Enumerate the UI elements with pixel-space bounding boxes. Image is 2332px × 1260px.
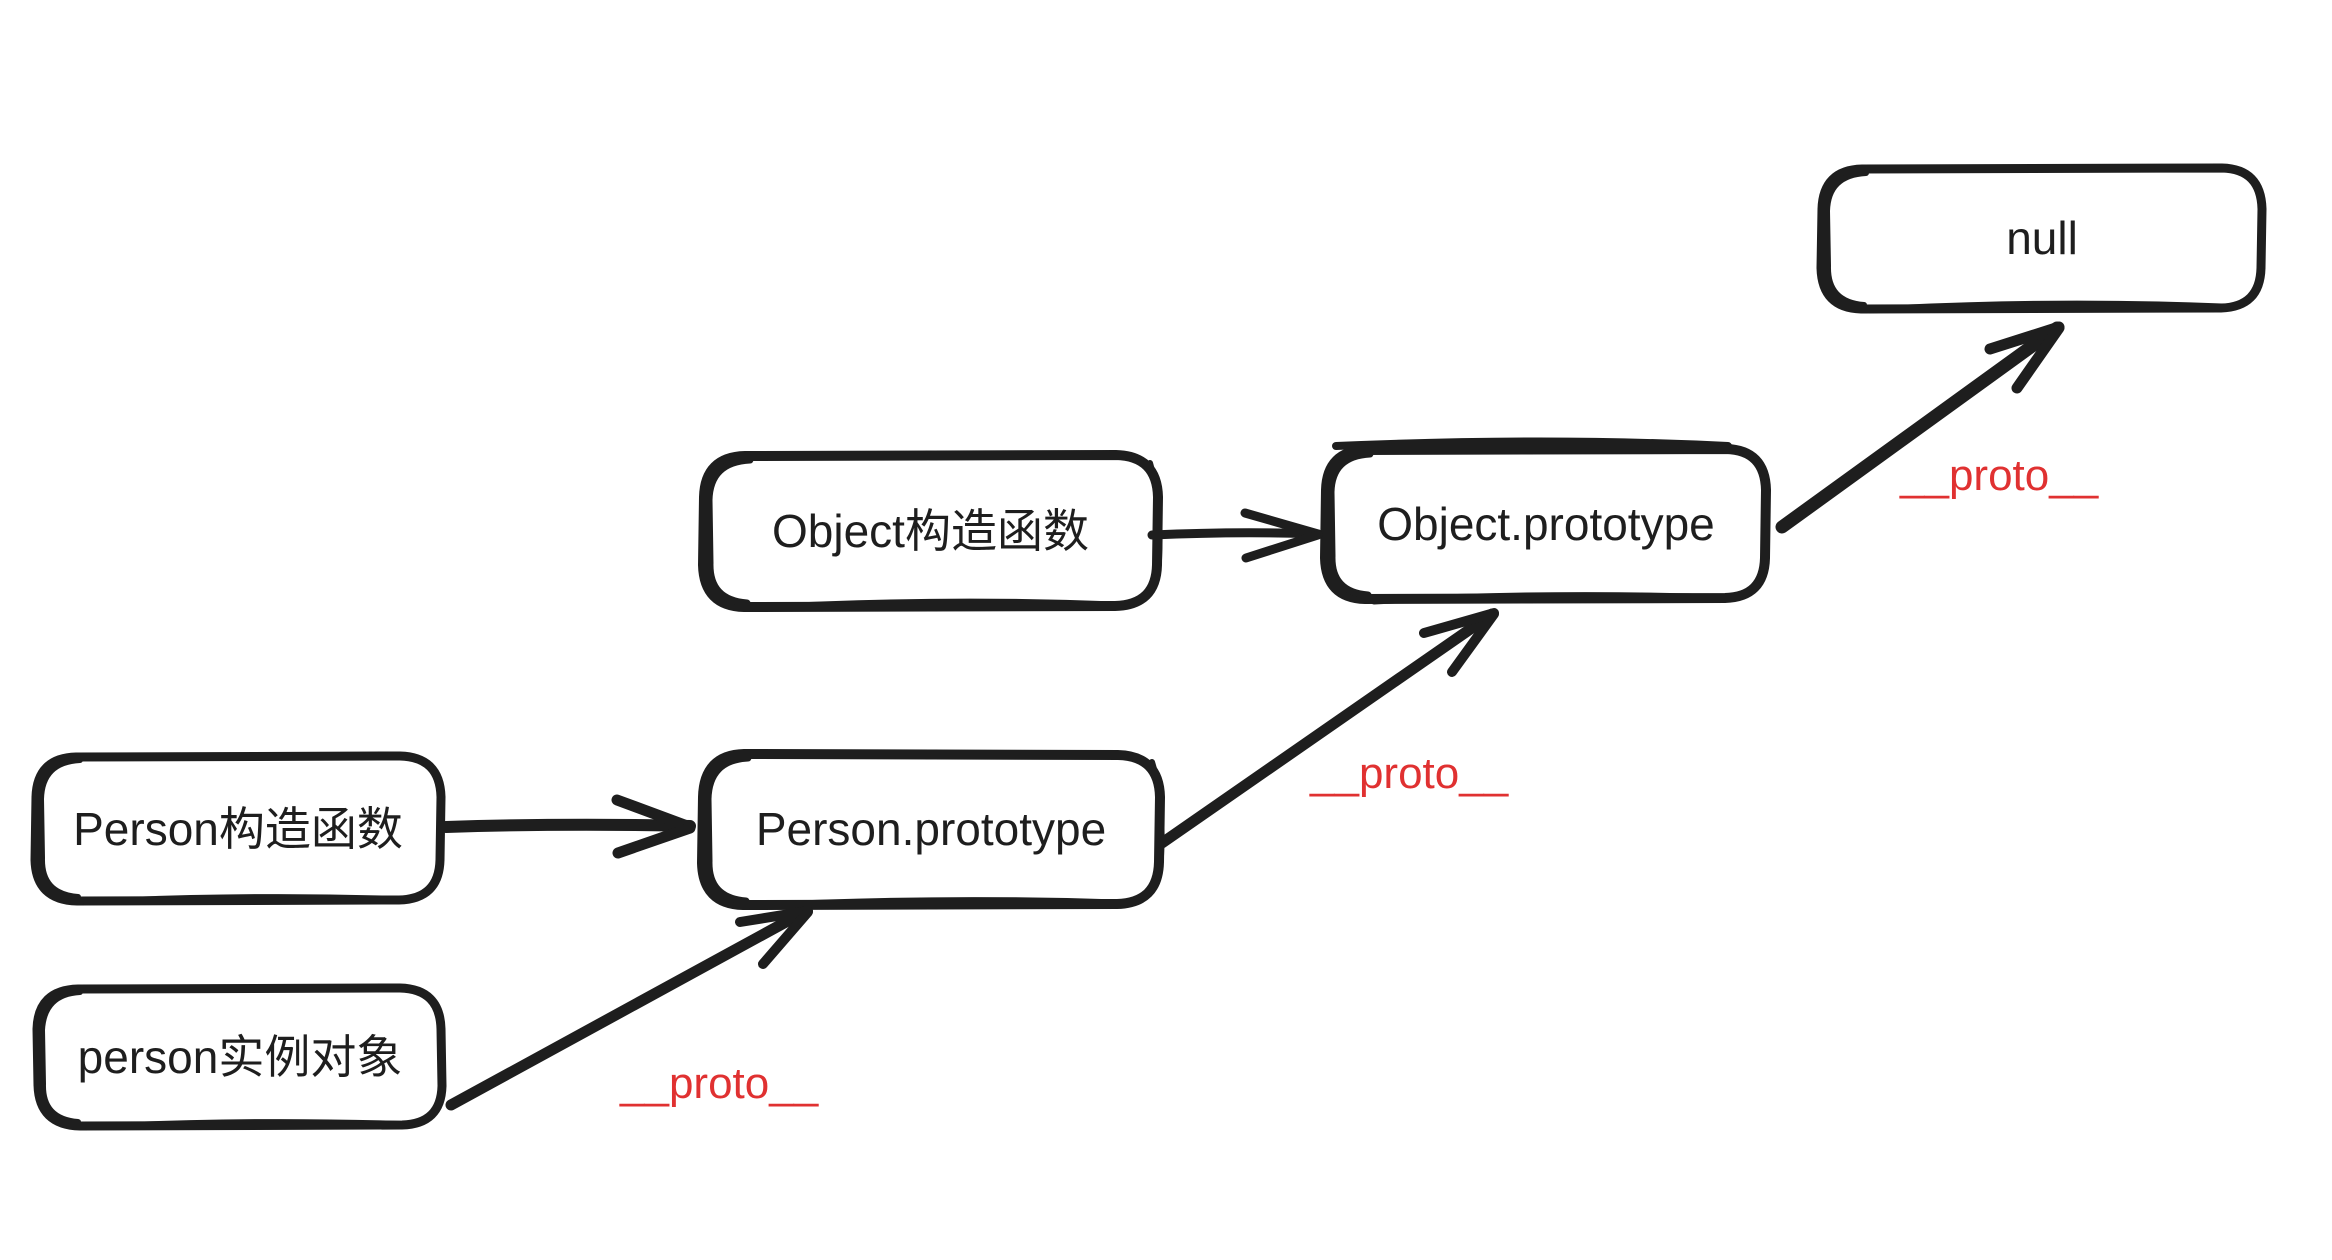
edge-person-prototype-proto xyxy=(1156,608,1499,849)
node-text: Person构造函数 xyxy=(73,802,403,855)
node-text: Object构造函数 xyxy=(772,505,1089,557)
node-label-null: null xyxy=(1822,168,2262,308)
node-label-person-prototype: Person.prototype xyxy=(702,753,1160,905)
node-text: person实例对象 xyxy=(77,1031,403,1083)
diagram-canvas: person实例对象 Person构造函数 Person.prototype O… xyxy=(0,0,2332,1260)
node-label-object-constructor: Object构造函数 xyxy=(703,455,1158,607)
edge-label-object-prototype-proto: __proto__ xyxy=(1900,451,2099,500)
edge-person-constructor-to-prototype xyxy=(440,794,696,859)
node-text: Person.prototype xyxy=(755,803,1107,855)
edge-object-constructor-to-prototype xyxy=(1147,508,1323,563)
edge-label-person-prototype-proto: __proto__ xyxy=(1310,749,1509,798)
node-text: Object.prototype xyxy=(1377,498,1715,550)
node-label-object-prototype: Object.prototype xyxy=(1326,449,1766,599)
edge-label-person-instance-proto: __proto__ xyxy=(620,1059,819,1108)
node-text: null xyxy=(2006,212,2078,264)
node-label-person-constructor: Person构造函数 xyxy=(35,756,441,901)
node-label-person-instance: person实例对象 xyxy=(38,988,442,1126)
